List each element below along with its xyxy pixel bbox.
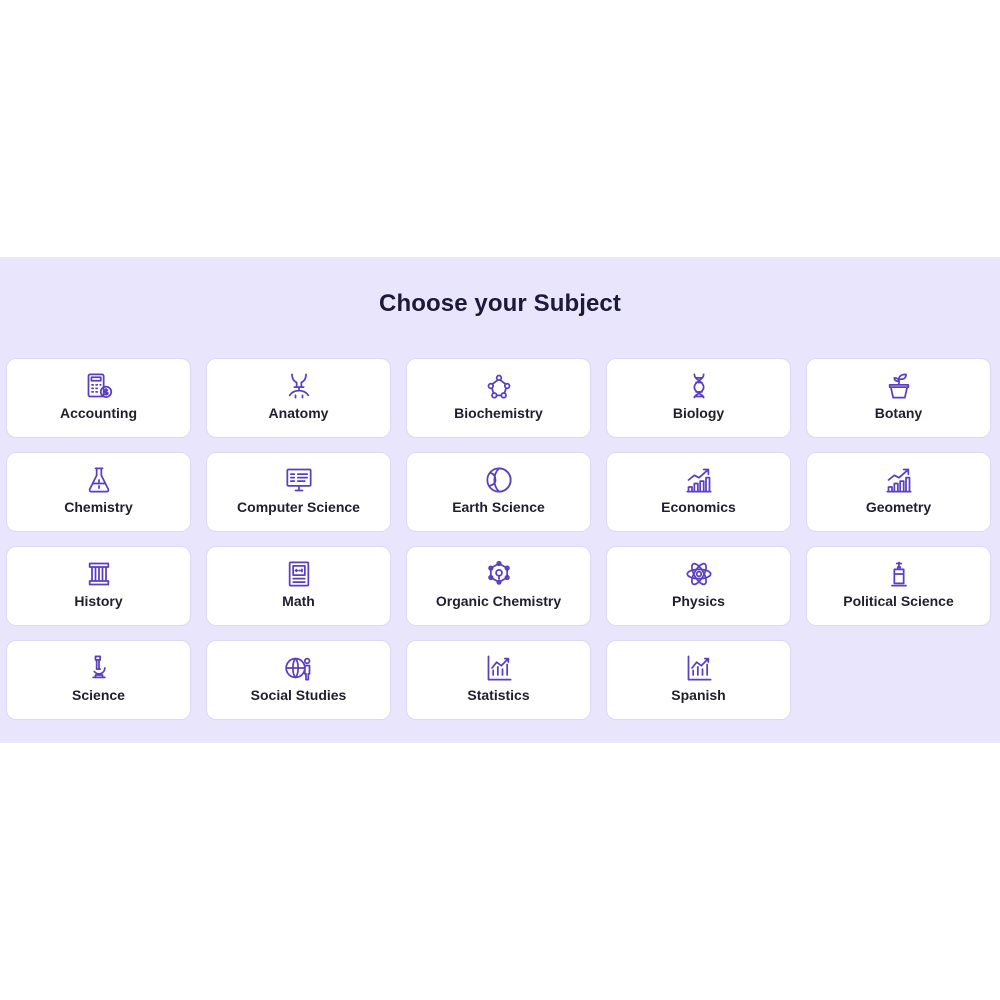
section-title: Choose your Subject xyxy=(379,290,621,317)
subject-label: Biochemistry xyxy=(454,405,543,421)
subject-label: Economics xyxy=(661,499,736,515)
subject-card-statistics[interactable]: Statistics xyxy=(406,640,591,720)
subject-grid: Accounting Anatomy Biochemistry Biology … xyxy=(6,358,994,720)
atom-icon xyxy=(684,559,714,589)
subject-card-biochemistry[interactable]: Biochemistry xyxy=(406,358,591,438)
subject-card-botany[interactable]: Botany xyxy=(806,358,991,438)
plant-pot-icon xyxy=(884,371,914,401)
molecule-icon xyxy=(484,371,514,401)
subject-card-earth-science[interactable]: Earth Science xyxy=(406,452,591,532)
subject-label: Geometry xyxy=(865,499,932,515)
subject-label: Political Science xyxy=(843,593,954,609)
subject-label: Biology xyxy=(672,405,725,421)
organic-molecule-icon xyxy=(484,559,514,589)
subject-label: Spanish xyxy=(671,687,726,703)
subject-card-social-studies[interactable]: Social Studies xyxy=(206,640,391,720)
line-chart-icon xyxy=(484,653,514,683)
anatomy-icon xyxy=(284,371,314,401)
subject-label: Science xyxy=(72,687,125,703)
subject-label: Math xyxy=(282,593,315,609)
subject-label: Social Studies xyxy=(250,687,347,703)
subject-card-biology[interactable]: Biology xyxy=(606,358,791,438)
subject-card-physics[interactable]: Physics xyxy=(606,546,791,626)
subject-label: Organic Chemistry xyxy=(435,593,562,609)
subject-label: Computer Science xyxy=(237,499,360,515)
subject-label: Physics xyxy=(672,593,725,609)
subject-card-accounting[interactable]: Accounting xyxy=(6,358,191,438)
column-icon xyxy=(84,559,114,589)
subject-card-math[interactable]: Math xyxy=(206,546,391,626)
subject-card-geometry[interactable]: Geometry xyxy=(806,452,991,532)
bar-chart-icon xyxy=(684,465,714,495)
subject-label: Accounting xyxy=(60,405,137,421)
globe-icon xyxy=(484,465,514,495)
calculator-icon xyxy=(84,371,114,401)
subject-card-chemistry[interactable]: Chemistry xyxy=(6,452,191,532)
flask-icon xyxy=(84,465,114,495)
subject-label: Chemistry xyxy=(64,499,133,515)
subject-card-political-science[interactable]: Political Science xyxy=(806,546,991,626)
microscope-icon xyxy=(84,653,114,683)
subject-label: Statistics xyxy=(467,687,530,703)
monitor-icon xyxy=(284,465,314,495)
subject-card-history[interactable]: History xyxy=(6,546,191,626)
subject-card-anatomy[interactable]: Anatomy xyxy=(206,358,391,438)
subject-label: Earth Science xyxy=(452,499,545,515)
bar-chart-icon xyxy=(884,465,914,495)
dna-icon xyxy=(684,371,714,401)
subject-card-economics[interactable]: Economics xyxy=(606,452,791,532)
podium-icon xyxy=(884,559,914,589)
subject-card-science[interactable]: Science xyxy=(6,640,191,720)
subject-card-spanish[interactable]: Spanish xyxy=(606,640,791,720)
subject-label: History xyxy=(74,593,123,609)
math-book-icon xyxy=(284,559,314,589)
globe-person-icon xyxy=(284,653,314,683)
subject-card-computer-science[interactable]: Computer Science xyxy=(206,452,391,532)
line-chart-icon xyxy=(684,653,714,683)
subject-label: Botany xyxy=(874,405,923,421)
subject-card-organic-chemistry[interactable]: Organic Chemistry xyxy=(406,546,591,626)
subject-label: Anatomy xyxy=(268,405,329,421)
